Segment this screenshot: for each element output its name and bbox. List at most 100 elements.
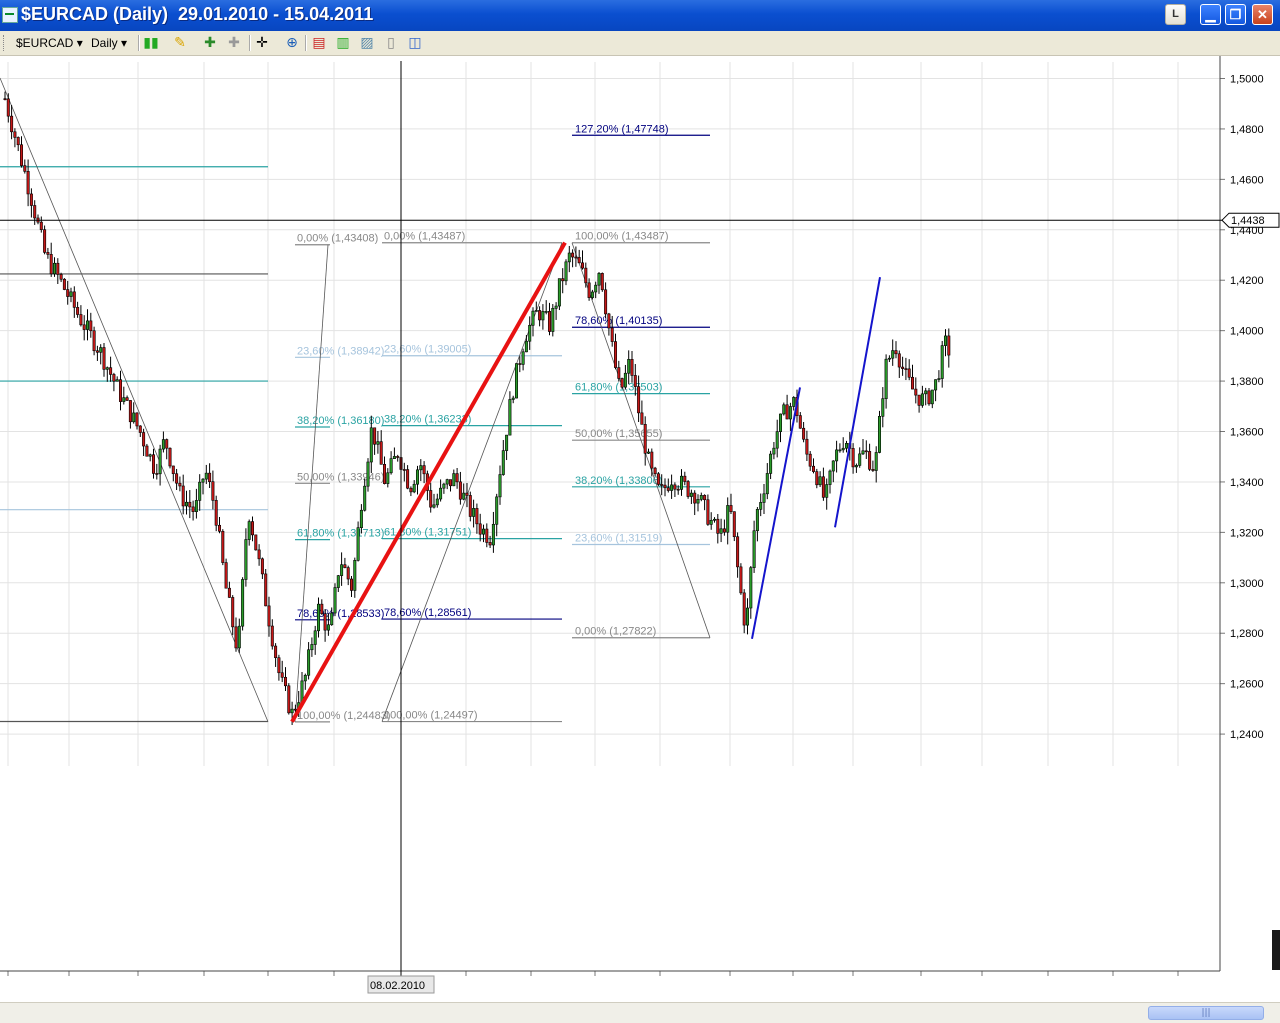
price-tick-label: 1,2400: [1230, 729, 1264, 741]
zoom-icon[interactable]: ⊕: [284, 35, 300, 51]
candle-body: [703, 495, 707, 501]
candle-body: [538, 310, 542, 321]
candle-body: [630, 359, 634, 376]
candle-body: [336, 575, 340, 588]
candle-body: [72, 291, 76, 308]
link-button[interactable]: L: [1165, 4, 1186, 25]
candle-body: [409, 487, 413, 493]
layout-icon[interactable]: ◫: [407, 35, 423, 51]
candle-body: [920, 393, 924, 406]
close-button[interactable]: ✕: [1252, 4, 1273, 25]
candle-body: [752, 530, 756, 568]
candle-body: [782, 404, 786, 415]
candle-body: [534, 310, 538, 312]
horizontal-scrollbar[interactable]: |||: [0, 1002, 1280, 1023]
candle-body: [561, 278, 565, 282]
remove-indicator-icon[interactable]: ✚: [226, 35, 242, 51]
candle-body: [6, 98, 10, 117]
bars-icon[interactable]: ▤: [311, 35, 327, 51]
candle-body: [82, 324, 86, 330]
restore-button[interactable]: ❐: [1225, 4, 1246, 25]
candle-body: [676, 488, 680, 491]
candle-body: [231, 597, 235, 628]
candle-body: [597, 273, 601, 286]
candle-body: [881, 398, 885, 417]
candle-body: [947, 335, 951, 356]
candle-body: [468, 495, 472, 517]
crosshair-date-label: 08.02.2010: [370, 980, 425, 992]
candle-body: [943, 335, 947, 346]
price-tick-label: 1,3600: [1230, 427, 1264, 439]
candle-body: [620, 378, 624, 388]
candle-body: [346, 567, 350, 580]
candle-body: [640, 412, 644, 425]
candle-body: [112, 374, 116, 382]
candle-body: [122, 397, 126, 402]
candle-body: [488, 542, 492, 546]
candle-body: [247, 521, 251, 540]
toolbar-grip[interactable]: [3, 35, 7, 51]
candle-body: [481, 528, 485, 535]
candle-body: [736, 536, 740, 568]
candle-body: [656, 473, 660, 485]
candle-body: [59, 274, 63, 280]
candle-body: [828, 470, 832, 485]
candle-body: [604, 289, 608, 315]
candle-body: [901, 366, 905, 369]
candle-body: [617, 367, 621, 379]
candle-body: [607, 313, 611, 329]
scrollbar-thumb[interactable]: |||: [1148, 1006, 1264, 1020]
candle-body: [429, 490, 433, 508]
candle-body: [937, 378, 941, 380]
candle-body: [270, 625, 274, 647]
candle-body: [356, 527, 360, 561]
candle-body: [887, 357, 891, 360]
candle-body: [660, 484, 664, 486]
chart-icon[interactable]: ▥: [335, 35, 351, 51]
price-chart[interactable]: 0,00% (1,43408) 23,60% (1,38942) 38,20% (1…: [0, 56, 1280, 1002]
candlestick-icon[interactable]: ▮▮: [143, 35, 159, 51]
candle-body: [376, 441, 380, 445]
price-tick-label: 1,3800: [1230, 376, 1264, 388]
add-indicator-icon[interactable]: ✚: [202, 35, 218, 51]
candle-body: [498, 474, 502, 498]
candle-body: [155, 473, 159, 475]
crosshair-icon[interactable]: ✛: [254, 35, 270, 51]
candle-body: [610, 327, 614, 342]
candle-body: [227, 587, 231, 598]
candle-body: [541, 311, 545, 321]
candle-body: [722, 528, 726, 533]
candle-body: [627, 359, 631, 374]
candle-body: [349, 578, 353, 591]
candle-body: [435, 498, 439, 506]
symbol-selector[interactable]: $EURCAD ▾: [16, 35, 83, 51]
candle-body: [719, 528, 723, 534]
fib-level-label: 100,00% (1,43487): [575, 231, 669, 243]
area-chart-icon[interactable]: ▨: [359, 35, 375, 51]
candle-body: [389, 458, 393, 474]
candle-body: [623, 372, 627, 388]
candle-body: [419, 465, 423, 471]
candle-body: [742, 592, 746, 626]
fib-level-label: 0,00% (1,27822): [575, 626, 656, 638]
candle-body: [590, 291, 594, 298]
candle-body: [679, 475, 683, 490]
candle-body: [914, 388, 918, 396]
price-tick-label: 1,3200: [1230, 527, 1264, 539]
candle-body: [26, 171, 30, 195]
candle-body: [458, 481, 462, 500]
candle-body: [643, 424, 647, 454]
candle-body: [313, 630, 317, 645]
candle-body: [594, 284, 598, 293]
price-tick-label: 1,2800: [1230, 628, 1264, 640]
candle-body: [343, 564, 347, 568]
minimize-button[interactable]: ▁: [1200, 4, 1221, 25]
candle-body: [171, 465, 175, 475]
candle-body: [835, 449, 839, 462]
candle-body: [666, 487, 670, 491]
template-icon[interactable]: ▯: [383, 35, 399, 51]
timeframe-selector[interactable]: Daily ▾: [91, 35, 127, 51]
pencil-icon[interactable]: ✎: [172, 35, 188, 51]
candle-body: [432, 504, 436, 508]
candle-body: [772, 447, 776, 455]
